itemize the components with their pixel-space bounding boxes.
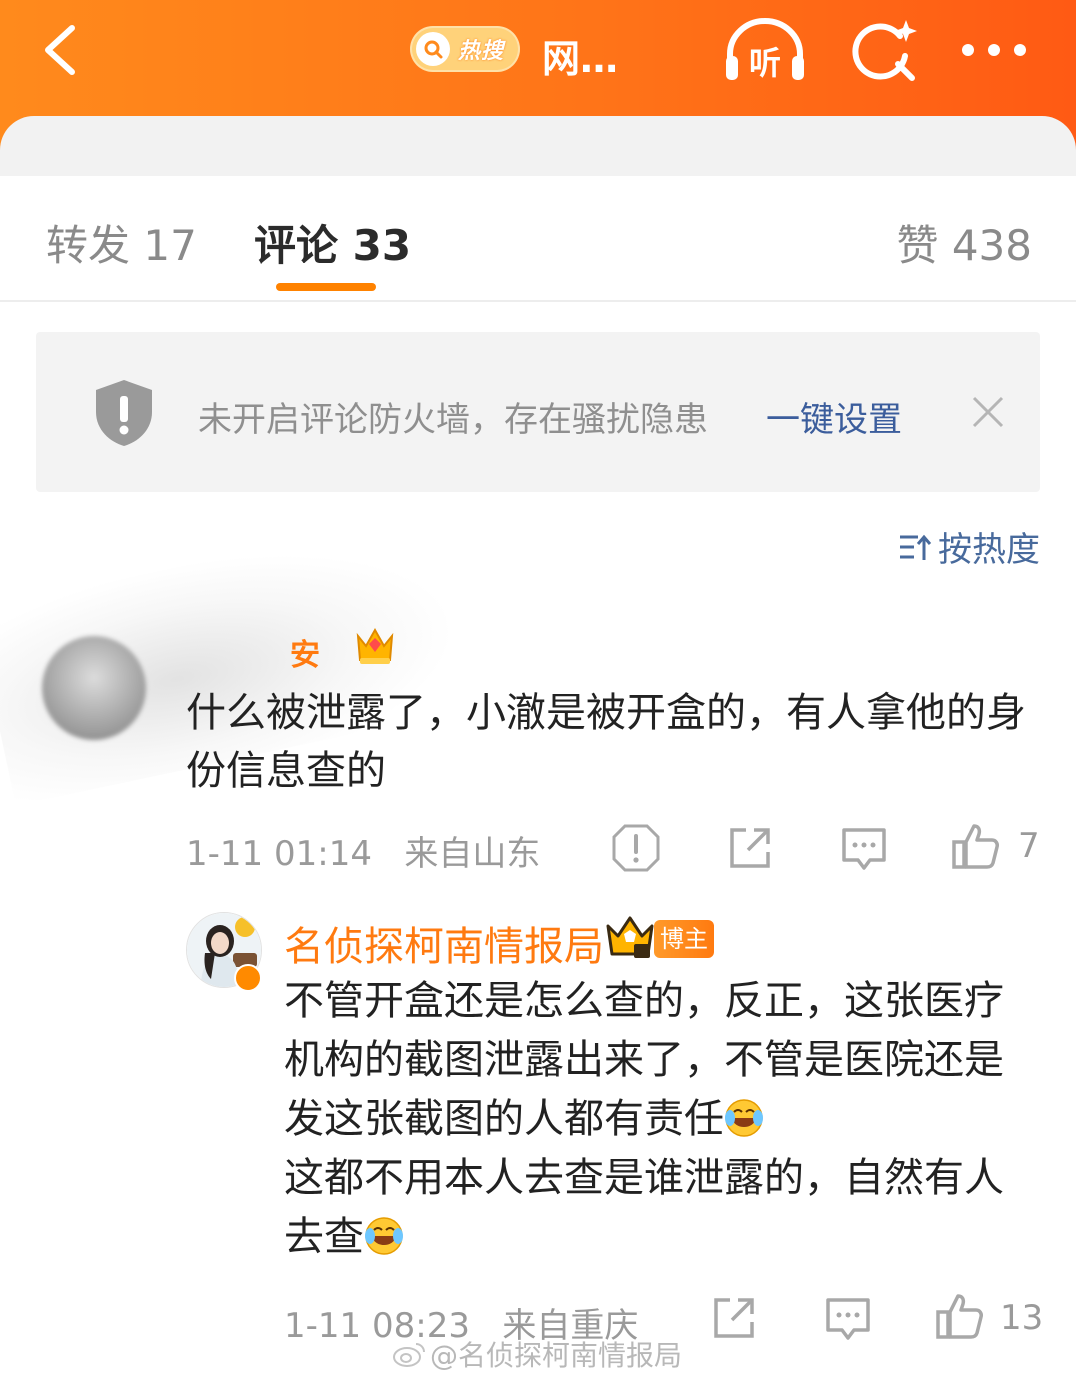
comment-time: 1-11 01:14	[186, 834, 372, 874]
comment-body: 什么被泄露了，小澈是被开盒的，有人拿他的身份信息查的	[186, 690, 1026, 794]
avatar[interactable]	[42, 636, 146, 740]
more-dots-icon	[962, 44, 1026, 56]
listen-button[interactable]: 听	[722, 16, 808, 86]
like-count: 13	[1000, 1298, 1044, 1338]
content-sheet-edge	[0, 116, 1076, 176]
share-icon[interactable]	[708, 1292, 760, 1344]
shield-warning-icon	[96, 380, 152, 446]
headphones-icon: 听	[726, 18, 804, 82]
notice-message: 未开启评论防火墙，存在骚扰隐患	[198, 400, 708, 440]
reply-body-part1: 不管开盒还是怎么查的，反正，这张医疗机构的截图泄露出来了，不管是医院还是发这张截…	[284, 978, 1004, 1142]
comment-location: 来自山东	[404, 834, 541, 874]
tab-like[interactable]: 赞 438	[896, 212, 1032, 273]
share-icon[interactable]	[724, 822, 776, 874]
laugh-cry-emoji-icon	[365, 1217, 403, 1255]
like-icon[interactable]	[950, 820, 1002, 872]
crown-level-icon	[606, 916, 654, 958]
commenter-name[interactable]: 安	[290, 630, 320, 674]
active-tab-indicator	[276, 283, 376, 291]
page-title[interactable]: 网…	[542, 28, 618, 83]
blogger-name[interactable]: 名侦探柯南情报局	[284, 914, 604, 972]
back-button[interactable]	[34, 20, 94, 80]
tab-comment[interactable]: 评论 33	[254, 212, 411, 273]
report-icon[interactable]	[610, 822, 662, 874]
laugh-cry-emoji-icon	[725, 1099, 763, 1137]
like-count: 7	[1018, 826, 1040, 866]
sort-by-hot-button[interactable]: 按热度	[898, 522, 1040, 571]
svg-text:听: 听	[749, 44, 781, 82]
crown-badge-icon	[356, 627, 394, 664]
one-click-setup-link[interactable]: 一键设置	[766, 392, 902, 441]
tab-bar: 转发 17 评论 33 赞 438	[0, 176, 1076, 302]
reply-body: 不管开盒还是怎么查的，反正，这张医疗机构的截图泄露出来了，不管是医院还是发这张截…	[284, 972, 1014, 1267]
hot-search-badge[interactable]: 热搜	[410, 26, 520, 72]
verified-badge-icon	[234, 964, 262, 992]
chevron-left-icon	[45, 25, 75, 75]
sort-label: 按热度	[938, 530, 1040, 570]
hot-search-label: 热搜	[458, 39, 505, 64]
blogger-badge: 博主	[654, 920, 714, 958]
top-header: 热搜 网… 听	[0, 0, 1076, 176]
weibo-logo-icon	[393, 1343, 425, 1367]
watermark-text: @名侦探柯南情报局	[430, 1339, 683, 1372]
comment-meta: 1-11 01:14 来自山东	[186, 826, 540, 875]
comment-icon[interactable]	[838, 822, 890, 874]
like-icon[interactable]	[934, 1290, 986, 1342]
close-icon[interactable]	[968, 392, 1008, 432]
search-button[interactable]	[850, 16, 920, 86]
comment-firewall-notice: 未开启评论防火墙，存在骚扰隐患 一键设置	[36, 332, 1040, 492]
comment-icon[interactable]	[822, 1292, 874, 1344]
more-button[interactable]	[958, 30, 1030, 70]
search-sparkle-icon	[852, 20, 917, 81]
watermark: @名侦探柯南情报局	[392, 1334, 682, 1374]
sort-icon	[900, 534, 932, 560]
tab-repost[interactable]: 转发 17	[46, 212, 197, 273]
search-icon	[416, 32, 450, 66]
